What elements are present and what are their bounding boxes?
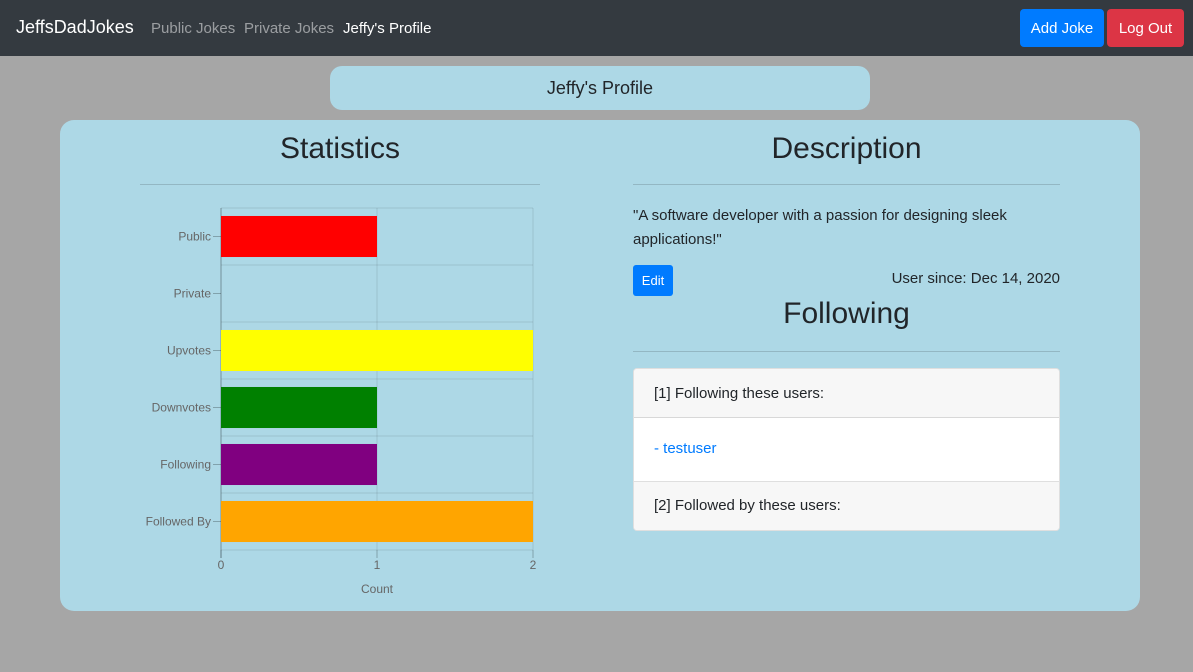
brand-logo[interactable]: JeffsDadJokes <box>16 17 134 38</box>
following-title: Following <box>783 297 910 330</box>
y-tick-label: Followed By <box>146 515 211 529</box>
bar-downvotes <box>221 386 377 429</box>
following-divider <box>633 351 1060 352</box>
bar-following <box>221 443 377 486</box>
bar-followed-by <box>221 500 533 543</box>
description-text: "A software developer with a passion for… <box>633 207 1007 248</box>
nav-private-jokes[interactable]: Private Jokes <box>244 20 334 37</box>
followers-header: [2] Followed by these users: <box>634 482 1059 530</box>
y-tick-label: Public <box>178 230 211 244</box>
navbar: JeffsDadJokes Public Jokes Private Jokes… <box>0 0 1193 56</box>
following-user-link[interactable]: - testuser <box>634 418 1059 482</box>
statistics-chart: 0 1 2 Public Private Upvotes Downvotes Followin… <box>146 207 537 596</box>
nav-public-jokes[interactable]: Public Jokes <box>151 20 235 37</box>
x-axis-label: Count <box>361 582 394 596</box>
statistics-divider <box>140 184 540 185</box>
y-tick-label: Upvotes <box>167 344 211 358</box>
add-joke-button[interactable]: Add Joke <box>1020 9 1104 47</box>
profile-card: Statistics 0 1 2 Public Private Upvotes Downvo… <box>60 120 1140 611</box>
bar-upvotes <box>221 329 533 372</box>
edit-button[interactable]: Edit <box>633 265 673 296</box>
y-tick-label: Private <box>174 287 212 301</box>
bar-public <box>221 215 377 258</box>
following-list: [1] Following these users: - testuser [2… <box>633 368 1060 531</box>
x-tick-label: 0 <box>218 558 225 572</box>
x-tick-label: 1 <box>374 558 381 572</box>
description-title: Description <box>771 132 922 165</box>
statistics-title: Statistics <box>279 132 401 165</box>
following-header: [1] Following these users: <box>634 369 1059 418</box>
description-divider <box>633 184 1060 185</box>
nav-profile[interactable]: Jeffy's Profile <box>343 20 431 37</box>
log-out-button[interactable]: Log Out <box>1107 9 1184 47</box>
profile-banner: Jeffy's Profile <box>330 66 870 110</box>
y-tick-label: Following <box>160 458 211 472</box>
user-since-text: User since: Dec 14, 2020 <box>891 270 1060 287</box>
x-tick-label: 2 <box>530 558 537 572</box>
y-tick-label: Downvotes <box>152 401 211 415</box>
